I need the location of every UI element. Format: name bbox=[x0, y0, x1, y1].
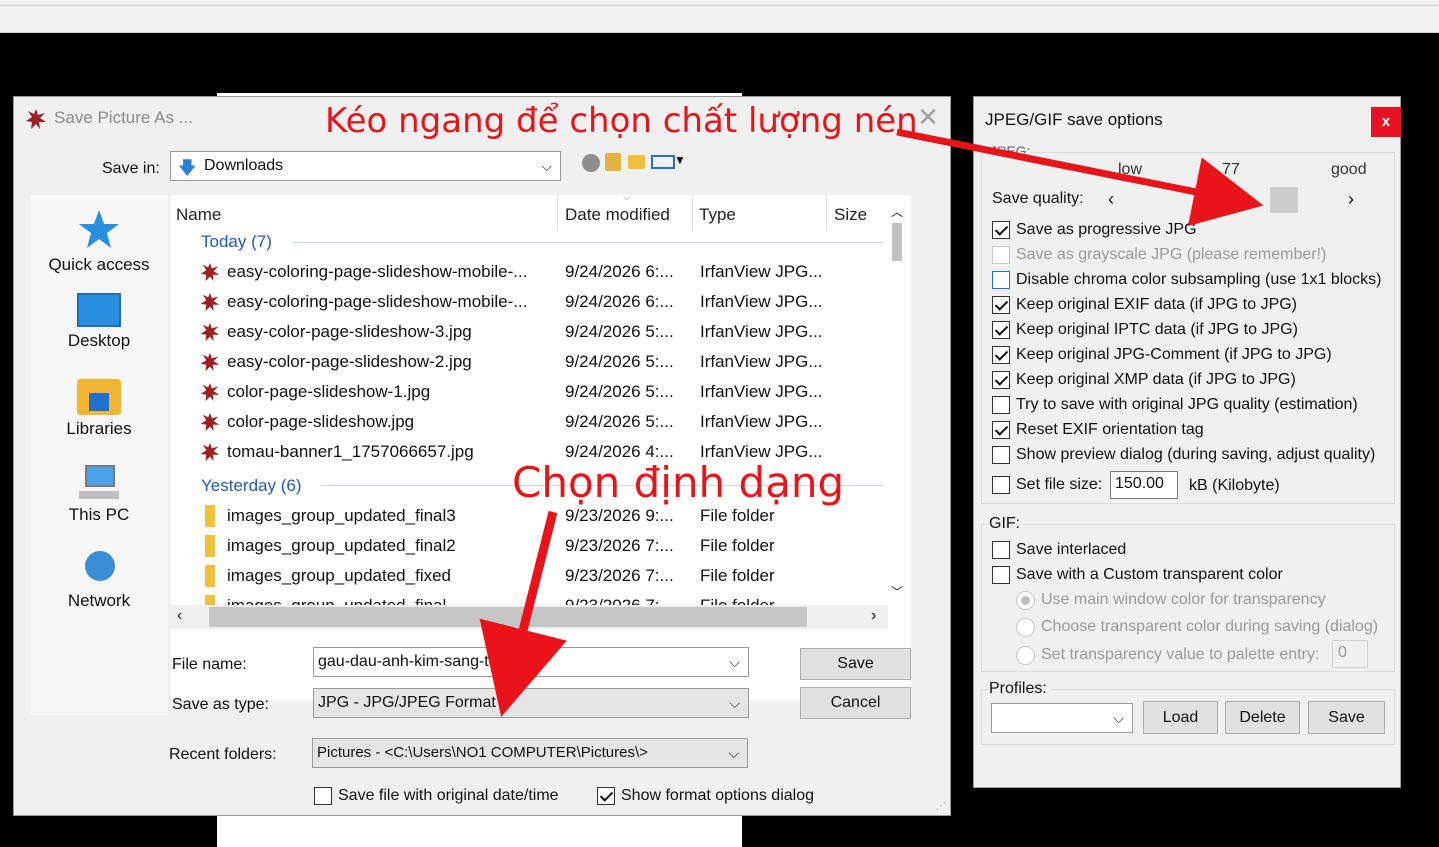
quality-arrow bbox=[896, 128, 1264, 227]
format-arrow bbox=[479, 510, 567, 717]
annotation-arrows bbox=[479, 128, 1264, 717]
